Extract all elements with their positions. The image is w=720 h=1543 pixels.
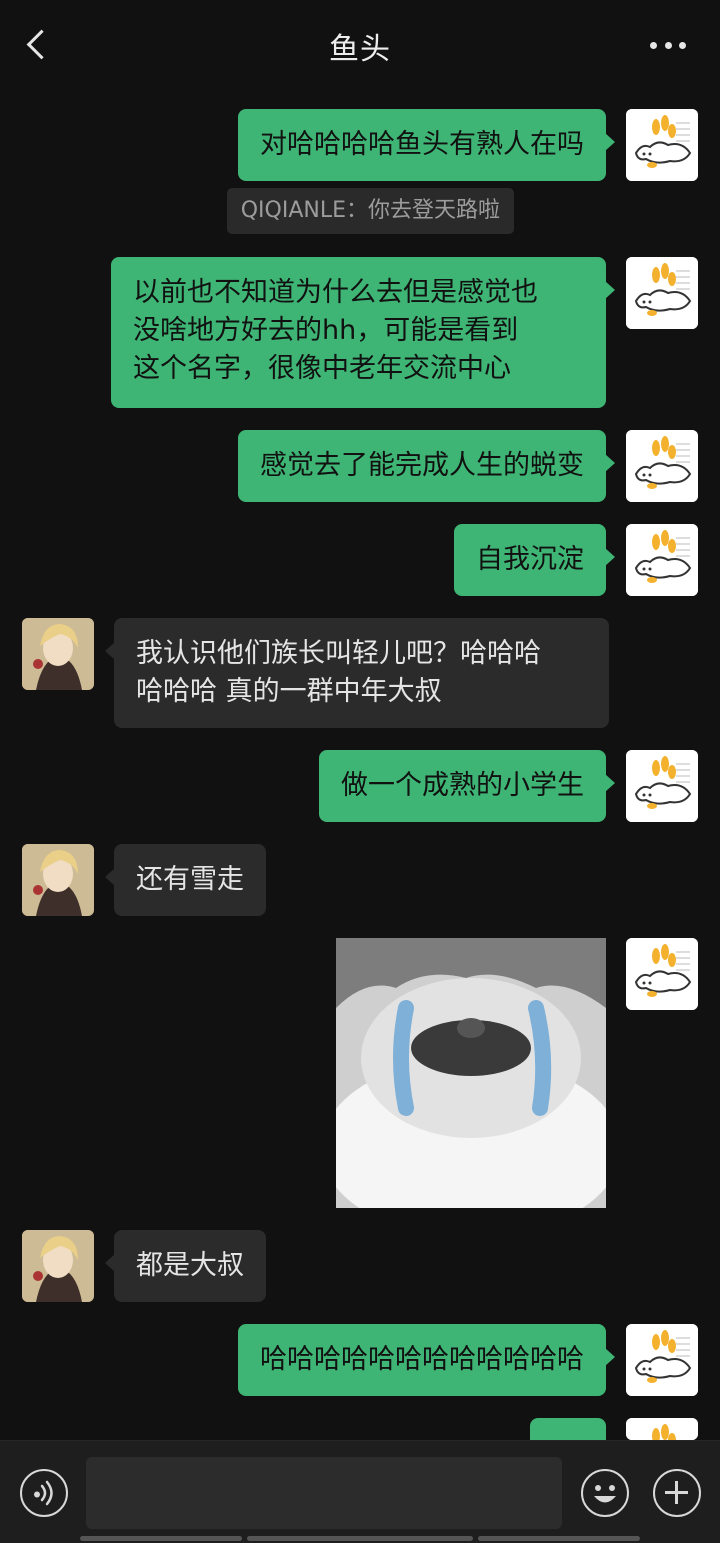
contact-avatar[interactable] — [22, 1230, 94, 1302]
voice-waves-glyph — [34, 1480, 53, 1506]
message-text: 对哈哈哈哈鱼头有熟人在吗 — [260, 129, 584, 160]
home-indicator-segment — [478, 1536, 640, 1541]
home-indicator-segment — [80, 1536, 242, 1541]
cat-doodle-icon — [626, 524, 698, 596]
cat-doodle-icon — [626, 1324, 698, 1396]
message-row: 我认识他们族长叫轻儿吧？哈哈哈 哈哈哈 真的一群中年大叔 — [0, 618, 720, 728]
anime-portrait-icon — [22, 618, 94, 690]
more-dots-icon[interactable] — [650, 42, 686, 50]
plus-icon[interactable] — [653, 1469, 701, 1517]
message-row: 哈哈哈哈哈哈哈哈哈哈哈哈 — [0, 1324, 720, 1396]
my-avatar[interactable] — [626, 1324, 698, 1396]
message-text: 自我沉淀 — [476, 544, 584, 575]
message-line: 以前也不知道为什么去但是感觉也 — [133, 277, 538, 308]
my-avatar[interactable] — [626, 524, 698, 596]
message-row: 都是大叔 — [0, 1230, 720, 1302]
received-bubble[interactable]: 还有雪走 — [105, 844, 266, 916]
my-avatar[interactable] — [626, 750, 698, 822]
sent-bubble[interactable] — [530, 1418, 606, 1440]
message-text: 感觉去了能完成人生的蜕变 — [260, 450, 584, 481]
sent-bubble[interactable]: 哈哈哈哈哈哈哈哈哈哈哈哈 — [238, 1324, 615, 1396]
quote-text: QIQIANLE：你去登天路啦 — [240, 198, 500, 223]
message-text: 还有雪走 — [136, 864, 244, 895]
quoted-reply[interactable]: QIQIANLE：你去登天路啦 — [226, 188, 514, 234]
message-line: 这个名字，很像中老年交流中心 — [133, 353, 511, 384]
chat-header: 鱼头 — [0, 0, 720, 88]
message-row-partial — [0, 1418, 720, 1440]
message-line: 没啥地方好去的hh，可能是看到 — [133, 315, 519, 346]
message-line: 哈哈哈 真的一群中年大叔 — [136, 676, 442, 707]
crying-cat-image — [336, 938, 606, 1208]
message-text: 都是大叔 — [136, 1250, 244, 1281]
emoji-icon[interactable] — [581, 1469, 629, 1517]
cat-doodle-icon — [626, 938, 698, 1010]
message-input[interactable] — [86, 1457, 562, 1529]
cat-doodle-icon — [626, 750, 698, 822]
message-row: 对哈哈哈哈鱼头有熟人在吗 QIQIANLE：你去登天路啦 — [0, 109, 720, 239]
message-row: 做一个成熟的小学生 — [0, 750, 720, 822]
received-bubble[interactable]: 都是大叔 — [105, 1230, 266, 1302]
crying-cat-sticker[interactable] — [336, 938, 606, 1208]
my-avatar[interactable] — [626, 938, 698, 1010]
cat-doodle-icon — [626, 257, 698, 329]
home-indicator-segment — [247, 1536, 473, 1541]
cat-doodle-icon — [626, 1418, 698, 1440]
my-avatar[interactable] — [626, 1418, 698, 1440]
chat-screen: 鱼头 对哈哈哈哈鱼头有熟人在吗 QIQIANLE：你去登天路啦 以前也不知道为什… — [0, 0, 720, 1543]
message-list[interactable]: 对哈哈哈哈鱼头有熟人在吗 QIQIANLE：你去登天路啦 以前也不知道为什么去但… — [0, 88, 720, 1440]
message-text: 做一个成熟的小学生 — [341, 770, 584, 801]
anime-portrait-icon — [22, 1230, 94, 1302]
message-text: 哈哈哈哈哈哈哈哈哈哈哈哈 — [260, 1344, 584, 1375]
cat-doodle-icon — [626, 109, 698, 181]
voice-icon[interactable] — [20, 1469, 68, 1517]
received-bubble[interactable]: 我认识他们族长叫轻儿吧？哈哈哈 哈哈哈 真的一群中年大叔 — [105, 618, 609, 728]
my-avatar[interactable] — [626, 430, 698, 502]
sent-bubble[interactable]: 感觉去了能完成人生的蜕变 — [238, 430, 615, 502]
contact-avatar[interactable] — [22, 844, 94, 916]
cat-doodle-icon — [626, 430, 698, 502]
contact-avatar[interactable] — [22, 618, 94, 690]
chat-title: 鱼头 — [329, 32, 391, 67]
sent-bubble[interactable]: 以前也不知道为什么去但是感觉也 没啥地方好去的hh，可能是看到 这个名字，很像中… — [111, 257, 615, 408]
message-row: 以前也不知道为什么去但是感觉也 没啥地方好去的hh，可能是看到 这个名字，很像中… — [0, 257, 720, 409]
anime-portrait-icon — [22, 844, 94, 916]
message-row: 还有雪走 — [0, 844, 720, 916]
message-row: 自我沉淀 — [0, 524, 720, 596]
input-toolbar — [0, 1440, 720, 1543]
smiley-glyph — [594, 1485, 616, 1503]
my-avatar[interactable] — [626, 257, 698, 329]
message-row — [0, 938, 720, 1208]
message-row: 感觉去了能完成人生的蜕变 — [0, 430, 720, 502]
sent-bubble[interactable]: 自我沉淀 — [454, 524, 615, 596]
sent-bubble[interactable]: 对哈哈哈哈鱼头有熟人在吗 — [238, 109, 615, 181]
sent-bubble[interactable]: 做一个成熟的小学生 — [319, 750, 615, 822]
message-line: 我认识他们族长叫轻儿吧？哈哈哈 — [136, 638, 541, 669]
my-avatar[interactable] — [626, 109, 698, 181]
